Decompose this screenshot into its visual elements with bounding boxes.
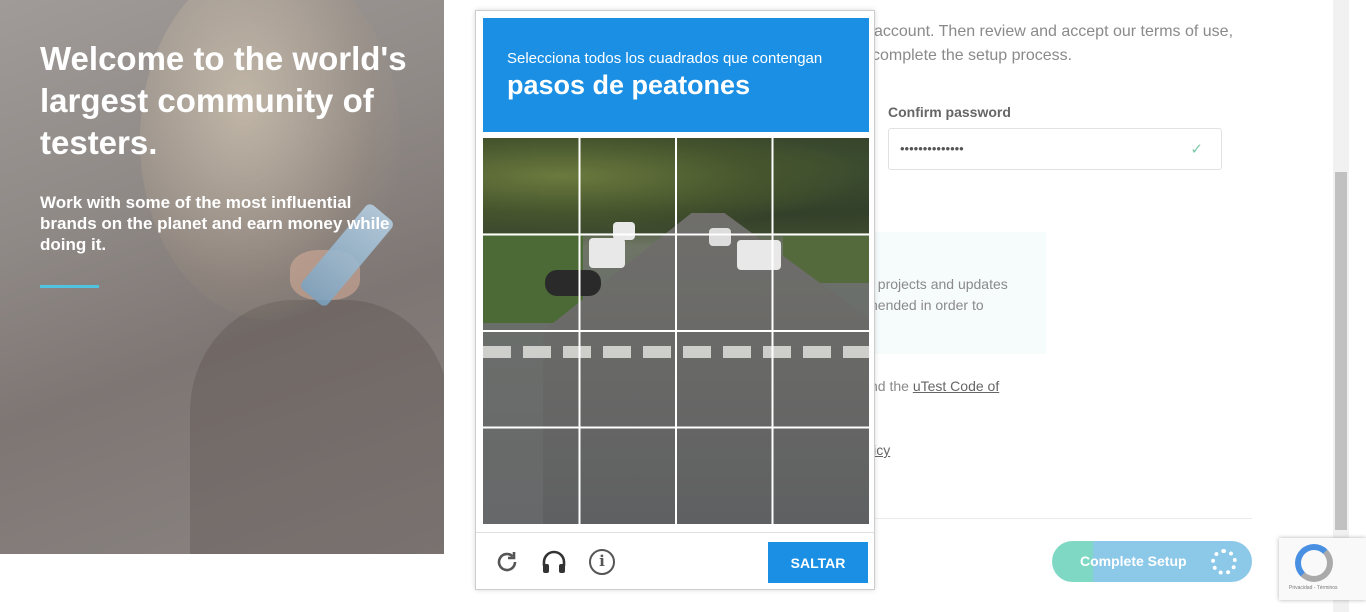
hero-title: Welcome to the world's largest community… [40, 40, 407, 161]
page-scrollbar[interactable] [1333, 0, 1349, 612]
captcha-footer: i SALTAR [476, 532, 874, 590]
hero-accent-line [40, 285, 99, 288]
scrollbar-thumb[interactable] [1335, 172, 1347, 530]
confirm-password-label: Confirm password [888, 104, 1011, 120]
complete-setup-button[interactable]: Complete Setup [1052, 541, 1252, 582]
intro-text-line2: complete the setup process. [872, 47, 1073, 64]
intro-text-line1: account. Then review and accept our term… [874, 23, 1234, 40]
terms-prefix: nd the [870, 378, 913, 394]
hero-photo-shirt [190, 300, 444, 554]
headphones-icon[interactable] [541, 549, 567, 575]
hero-panel: Welcome to the world's largest community… [0, 0, 444, 554]
captcha-header: Selecciona todos los cuadrados que conte… [483, 18, 869, 132]
loading-spinner-icon [1211, 549, 1237, 575]
complete-setup-label: Complete Setup [1080, 553, 1187, 569]
captcha-instruction: Selecciona todos los cuadrados que conte… [507, 50, 823, 67]
captcha-grid-lines [483, 138, 869, 524]
info-box-text: t projects and updates nended in order t… [870, 276, 1008, 313]
check-icon: ✓ [1190, 141, 1203, 158]
recaptcha-logo-icon [1295, 544, 1333, 582]
reload-icon[interactable] [494, 549, 520, 575]
info-icon[interactable]: i [589, 549, 615, 575]
footer-divider [870, 518, 1252, 519]
code-of-conduct-link[interactable]: uTest Code of [913, 378, 999, 394]
recaptcha-badge[interactable]: Privacidad - Términos [1279, 538, 1366, 600]
page: Welcome to the world's largest community… [0, 0, 1366, 612]
captcha-challenge-dialog: Selecciona todos los cuadrados que conte… [475, 10, 875, 590]
hero-subtitle: Work with some of the most influential b… [40, 193, 390, 254]
captcha-target: pasos de peatones [507, 70, 751, 100]
terms-line: nd the uTest Code of [870, 378, 999, 394]
confirm-password-value: •••••••••••••• [900, 141, 964, 156]
info-box: t projects and updates nended in order t… [860, 232, 1046, 354]
recaptcha-fine-print[interactable]: Privacidad - Términos [1289, 585, 1338, 591]
confirm-password-field[interactable]: •••••••••••••• ✓ [888, 128, 1222, 170]
skip-button[interactable]: SALTAR [768, 542, 868, 583]
